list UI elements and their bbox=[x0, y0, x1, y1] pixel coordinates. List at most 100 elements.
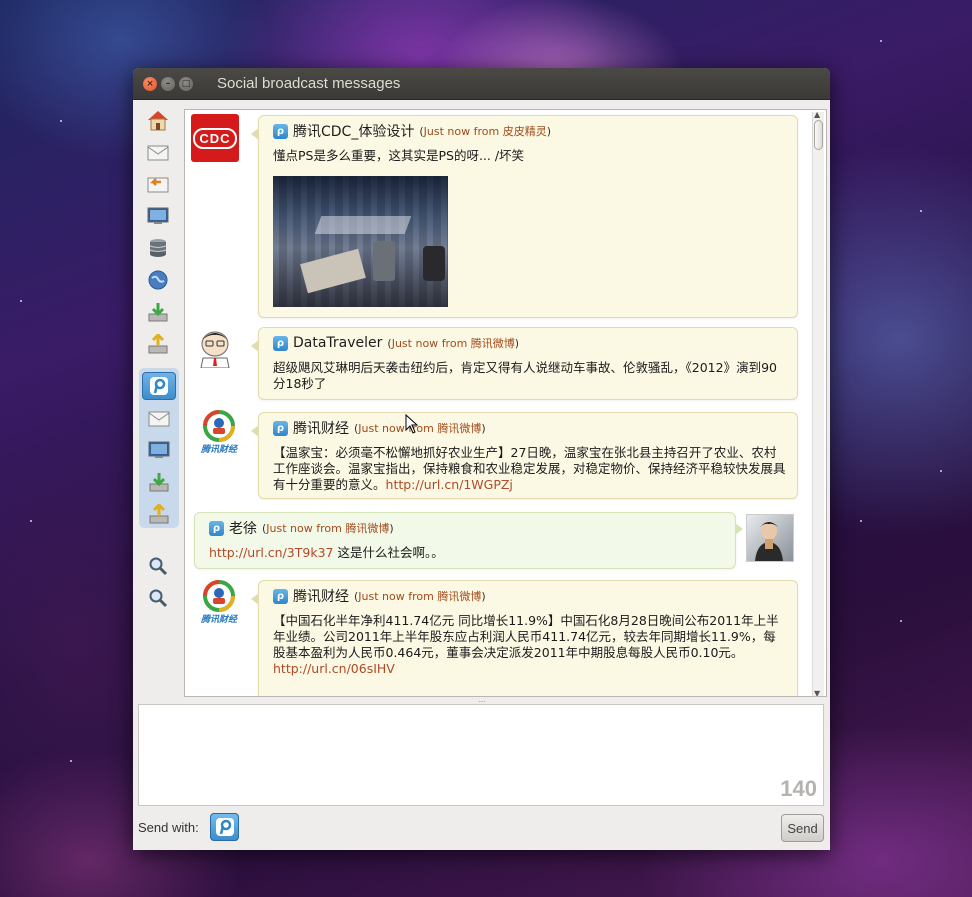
feed-scrollbar[interactable]: ▲ ▼ bbox=[812, 110, 824, 696]
tencent-weibo-icon bbox=[215, 818, 234, 836]
message-input[interactable]: 140 bbox=[138, 704, 824, 806]
sidebar-upload[interactable] bbox=[141, 330, 175, 358]
message-from-word: from bbox=[473, 125, 500, 138]
minimize-window-button[interactable]: – bbox=[161, 76, 175, 91]
avatar[interactable]: 腾讯财经 bbox=[195, 410, 243, 458]
sidebar-account-download[interactable] bbox=[142, 468, 176, 496]
message-time: Just now bbox=[358, 422, 405, 435]
message-source[interactable]: 腾讯微博 bbox=[437, 590, 481, 603]
cartoon-avatar-icon bbox=[200, 331, 230, 369]
message-photo[interactable] bbox=[273, 176, 448, 307]
message-username[interactable]: 老徐 bbox=[229, 518, 257, 538]
message-username[interactable]: 腾讯CDC_体验设计 bbox=[293, 121, 414, 141]
title-bar: × – □ Social broadcast messages bbox=[133, 68, 830, 100]
envelope-icon bbox=[148, 411, 170, 427]
sidebar-search-users[interactable] bbox=[141, 584, 175, 612]
sidebar-account-upload[interactable] bbox=[142, 500, 176, 528]
tencent-weibo-icon: ρ bbox=[273, 335, 288, 351]
message-meta: (Just now from 腾讯微博) bbox=[354, 422, 486, 435]
sidebar-network[interactable] bbox=[141, 266, 175, 294]
message-username[interactable]: DataTraveler bbox=[293, 335, 382, 351]
avatar[interactable] bbox=[197, 328, 245, 376]
message-source[interactable]: 腾讯微博 bbox=[437, 422, 481, 435]
home-icon bbox=[148, 111, 168, 131]
upload-icon bbox=[149, 504, 169, 524]
tencent-weibo-icon: ρ bbox=[209, 520, 224, 536]
message-link[interactable]: http://url.cn/06sIHV bbox=[273, 661, 395, 676]
scroll-down-arrow-icon[interactable]: ▼ bbox=[814, 689, 820, 696]
scroll-up-arrow-icon[interactable]: ▲ bbox=[814, 110, 820, 119]
sidebar-storage[interactable] bbox=[141, 234, 175, 262]
message-bubble: ρ 腾讯CDC_体验设计 (Just now from 皮皮精灵) 懂点PS是多… bbox=[251, 115, 798, 318]
tencent-finance-logo-icon bbox=[203, 410, 235, 442]
sidebar-tencent-weibo[interactable] bbox=[142, 372, 176, 400]
message-username[interactable]: 腾讯财经 bbox=[293, 418, 349, 438]
message-text: 懂点PS是多么重要，这其实是PS的呀... /坏笑 bbox=[273, 148, 525, 163]
message-from-word: from bbox=[408, 590, 434, 603]
message-meta: (Just now from 腾讯微博) bbox=[387, 337, 520, 350]
message-feed[interactable]: CDC ρ 腾讯CDC_体验设计 (Just now from 皮皮精灵) 懂点… bbox=[184, 109, 827, 697]
message-text: 【中国石化半年净利411.74亿元 同比增长11.9%】中国石化8月28日晚间公… bbox=[273, 613, 787, 677]
character-counter: 140 bbox=[780, 776, 817, 801]
message-text-content: 【温家宝：必须毫不松懈地抓好农业生产】27日晚，温家宝在张北县主持召开了农业、农… bbox=[273, 445, 786, 492]
search-icon bbox=[149, 589, 168, 608]
avatar-logo-text: CDC bbox=[193, 127, 237, 149]
avatar[interactable]: CDC bbox=[191, 114, 239, 162]
user-photo-icon bbox=[755, 522, 783, 561]
monitor-icon bbox=[147, 207, 169, 224]
maximize-window-button[interactable]: □ bbox=[179, 76, 193, 91]
download-icon bbox=[149, 473, 169, 492]
message-time: Just now bbox=[266, 522, 313, 535]
window-title: Social broadcast messages bbox=[217, 75, 401, 92]
message-source[interactable]: 腾讯微博 bbox=[471, 337, 515, 350]
avatar[interactable]: 腾讯财经 bbox=[195, 580, 243, 628]
close-window-button[interactable]: × bbox=[143, 76, 157, 91]
sidebar-account-monitor[interactable] bbox=[142, 436, 176, 464]
message-text: 【温家宝：必须毫不松懈地抓好农业生产】27日晚，温家宝在张北县主持召开了农业、农… bbox=[273, 445, 787, 493]
sidebar-search[interactable] bbox=[141, 552, 175, 580]
download-icon bbox=[148, 303, 168, 322]
monitor-icon bbox=[148, 441, 170, 458]
sidebar bbox=[137, 106, 179, 616]
avatar[interactable] bbox=[746, 514, 794, 562]
message-bubble: ρ 老徐 (Just now from 腾讯微博) http://url.cn/… bbox=[194, 512, 743, 569]
tencent-weibo-icon: ρ bbox=[273, 588, 288, 604]
message-bubble: ρ 腾讯财经 (Just now from 腾讯微博) 【温家宝：必须毫不松懈地… bbox=[251, 412, 798, 499]
message-text: 超级飓风艾琳明后天袭击纽约后，肯定又得有人说继动车事故、伦敦骚乱，《2012》演… bbox=[273, 360, 777, 391]
message-bubble: ρ 腾讯财经 (Just now from 腾讯微博) 【中国石化半年净利411… bbox=[251, 580, 798, 696]
message-text-content: 这是什么社会啊。。 bbox=[333, 545, 444, 560]
app-window: × – □ Social broadcast messages CDC ρ 腾讯… bbox=[133, 68, 830, 850]
message-time: Just now bbox=[391, 337, 439, 350]
send-with-tencent-weibo-toggle[interactable] bbox=[210, 813, 239, 841]
sidebar-account-inbox[interactable] bbox=[142, 404, 176, 432]
message-username[interactable]: 腾讯财经 bbox=[293, 586, 349, 606]
sidebar-home[interactable] bbox=[141, 106, 175, 134]
message-meta: (Just now from 皮皮精灵) bbox=[419, 125, 552, 138]
sidebar-download[interactable] bbox=[141, 298, 175, 326]
globe-icon bbox=[148, 270, 168, 290]
sidebar-replies[interactable] bbox=[141, 170, 175, 198]
scroll-thumb[interactable] bbox=[814, 120, 823, 150]
sidebar-monitor[interactable] bbox=[141, 202, 175, 230]
sidebar-inbox[interactable] bbox=[141, 138, 175, 166]
avatar-logo-text: 腾讯财经 bbox=[200, 615, 237, 625]
message-bubble: ρ DataTraveler (Just now from 腾讯微博) 超级飓风… bbox=[251, 327, 798, 400]
message-from-word: from bbox=[441, 337, 468, 350]
message-link[interactable]: http://url.cn/3T9k37 bbox=[209, 545, 334, 560]
mouse-cursor-icon bbox=[405, 414, 419, 434]
message-text: http://url.cn/3T9k37 这是什么社会啊。。 bbox=[209, 545, 725, 561]
tencent-finance-logo-icon bbox=[203, 580, 235, 612]
message-source[interactable]: 腾讯微博 bbox=[345, 522, 389, 535]
message-time: Just now bbox=[358, 590, 405, 603]
message-text-content: 【中国石化半年净利411.74亿元 同比增长11.9%】中国石化8月28日晚间公… bbox=[273, 613, 779, 660]
message-link[interactable]: http://url.cn/1WGPZj bbox=[386, 477, 513, 492]
upload-icon bbox=[148, 334, 168, 354]
reply-envelope-icon bbox=[147, 177, 169, 193]
tencent-weibo-icon: ρ bbox=[273, 420, 288, 436]
message-meta: (Just now from 腾讯微博) bbox=[354, 590, 486, 603]
message-source[interactable]: 皮皮精灵 bbox=[503, 125, 547, 138]
send-button[interactable]: Send bbox=[781, 814, 824, 842]
database-icon bbox=[149, 239, 167, 257]
tencent-weibo-icon: ρ bbox=[273, 123, 288, 139]
send-with-label: Send with: bbox=[138, 820, 199, 835]
